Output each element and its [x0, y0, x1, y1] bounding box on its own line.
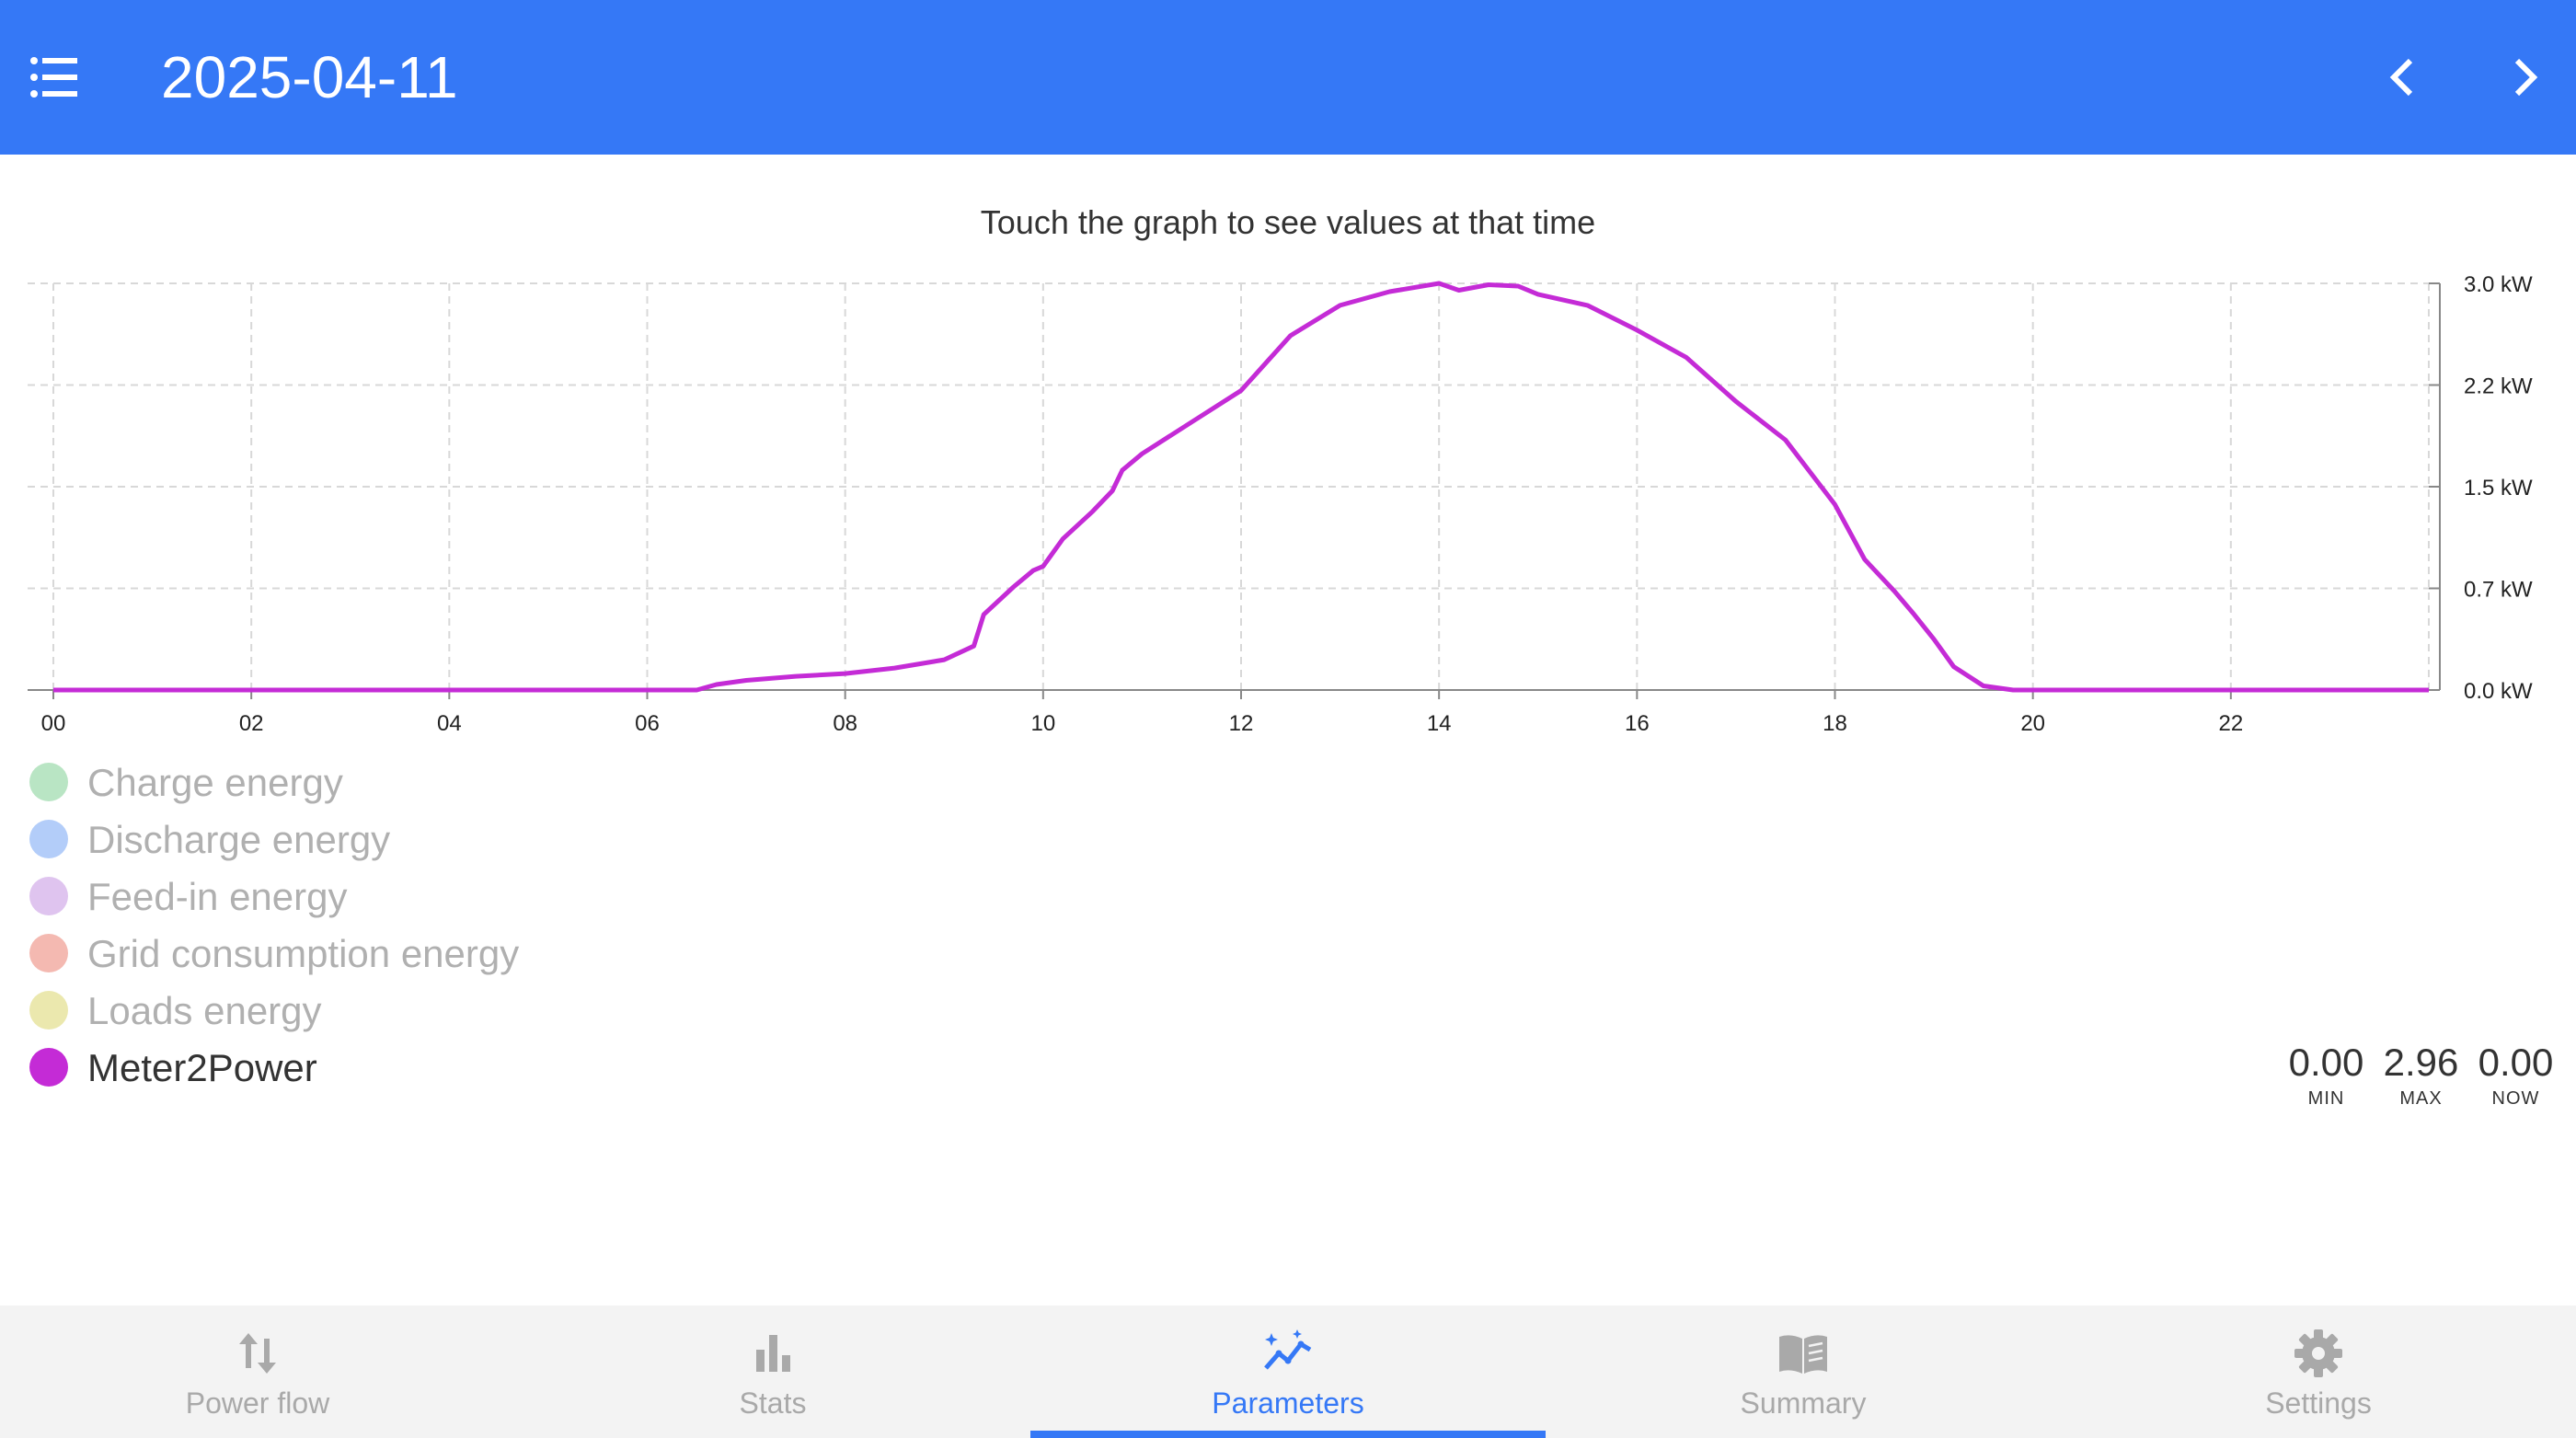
stat-max: 2.96 MAX — [2374, 1040, 2468, 1111]
tab-stats[interactable]: Stats — [515, 1306, 1030, 1438]
x-tick-label: 20 — [2020, 711, 2045, 736]
legend-color-dot — [29, 991, 68, 1030]
tab-label: Summary — [1740, 1386, 1867, 1420]
stat-caption: NOW — [2491, 1088, 2540, 1109]
y-tick-label: 1.5 kW — [2464, 476, 2533, 500]
y-tick-label: 0.7 kW — [2464, 578, 2533, 603]
stat-caption: MIN — [2307, 1088, 2345, 1109]
chart-grid — [28, 282, 2430, 691]
power-chart[interactable]: 00 02 04 06 08 10 12 14 16 18 20 22 0.0 kW 0.7 kW 1.5 … — [0, 267, 2576, 745]
stat-min: 0.00 MIN — [2279, 1040, 2374, 1111]
stat-value: 2.96 — [2383, 1041, 2459, 1084]
x-tick-label: 14 — [1427, 711, 1452, 736]
x-tick-label: 00 — [41, 711, 66, 736]
stat-value: 0.00 — [2478, 1041, 2554, 1084]
page-title: 2025-04-11 — [161, 44, 458, 110]
chevron-left-icon[interactable] — [2375, 50, 2431, 105]
x-tick-label: 12 — [1229, 711, 1254, 736]
x-tick-label: 18 — [1823, 711, 1847, 736]
tab-settings[interactable]: Settings — [2061, 1306, 2576, 1438]
x-tick-label: 16 — [1625, 711, 1650, 736]
bottom-navigation: Power flow Stats Parameters Summary Sett… — [0, 1306, 2576, 1438]
legend-label: Discharge energy — [87, 818, 391, 861]
legend-color-dot — [29, 820, 68, 858]
legend-color-dot — [29, 763, 68, 801]
book-icon — [1779, 1335, 1827, 1374]
legend-label: Grid consumption energy — [87, 932, 520, 975]
y-tick-label: 3.0 kW — [2464, 272, 2533, 297]
stat-now: 0.00 NOW — [2468, 1040, 2563, 1111]
x-tick-label: 06 — [635, 711, 660, 736]
x-tick-label: 04 — [437, 711, 462, 736]
chevron-right-icon[interactable] — [2497, 50, 2552, 105]
legend-label: Charge energy — [87, 761, 343, 804]
tab-label: Parameters — [1212, 1386, 1364, 1420]
arrows-up-down-icon — [239, 1333, 276, 1374]
legend-label: Loads energy — [87, 989, 322, 1032]
tab-summary[interactable]: Summary — [1546, 1306, 2061, 1438]
x-tick-label: 08 — [833, 711, 857, 736]
tab-label: Settings — [2265, 1386, 2372, 1420]
legend-color-dot — [29, 1048, 68, 1087]
legend-label: Meter2Power — [87, 1046, 317, 1089]
list-icon[interactable] — [28, 50, 83, 105]
gear-icon — [2294, 1329, 2342, 1377]
x-tick-label: 02 — [239, 711, 264, 736]
graph-hint: Touch the graph to see values at that ti… — [980, 203, 1596, 241]
x-tick-label: 10 — [1030, 711, 1055, 736]
stat-value: 0.00 — [2288, 1041, 2364, 1084]
series-stats: 0.00 MIN 2.96 MAX 0.00 NOW — [2279, 1040, 2563, 1111]
top-app-bar: 2025-04-11 — [0, 0, 2576, 155]
tab-power-flow[interactable]: Power flow — [0, 1306, 515, 1438]
x-tick-label: 22 — [2218, 711, 2243, 736]
legend-color-dot — [29, 877, 68, 915]
y-tick-label: 0.0 kW — [2464, 679, 2533, 704]
active-tab-indicator — [1030, 1431, 1546, 1438]
tab-label: Stats — [739, 1386, 807, 1420]
legend-label: Feed-in energy — [87, 875, 348, 918]
stat-caption: MAX — [2399, 1088, 2443, 1109]
tab-parameters[interactable]: Parameters — [1030, 1306, 1546, 1438]
tab-label: Power flow — [185, 1386, 330, 1420]
legend-color-dot — [29, 934, 68, 972]
chart-axes — [28, 282, 2441, 699]
bar-chart-icon — [756, 1335, 790, 1372]
sparkle-chart-icon — [1264, 1329, 1312, 1370]
y-tick-label: 2.2 kW — [2464, 374, 2533, 399]
